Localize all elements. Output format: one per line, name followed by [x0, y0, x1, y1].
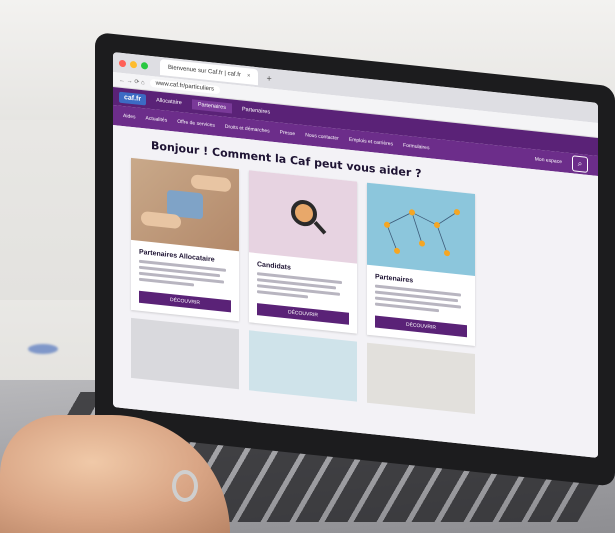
discover-button[interactable]: DÉCOUVRIR: [139, 290, 231, 313]
sub-nav-item[interactable]: Offre de services: [177, 119, 215, 129]
new-tab-button[interactable]: +: [266, 73, 271, 84]
navigation-controls[interactable]: ← → ⟳ ⌂: [119, 76, 145, 86]
card-placeholder[interactable]: [367, 342, 475, 415]
sub-nav-item[interactable]: Aides: [123, 113, 136, 120]
photo-scene: Bienvenue sur Caf.fr | caf.fr × + ← → ⟳ …: [0, 0, 615, 533]
hand-shape: [191, 174, 231, 193]
minimize-window-icon[interactable]: [130, 60, 137, 69]
discover-button[interactable]: DÉCOUVRIR: [257, 303, 349, 325]
site-logo[interactable]: caf.fr: [119, 91, 147, 105]
sub-nav-item[interactable]: Formulaires: [403, 142, 429, 151]
sub-nav-item[interactable]: Emplois et carrières: [349, 137, 393, 148]
laptop-screen: Bienvenue sur Caf.fr | caf.fr × + ← → ⟳ …: [113, 52, 598, 458]
top-nav-item[interactable]: Partenaires: [236, 104, 276, 118]
card-placeholder[interactable]: [131, 317, 239, 390]
account-link[interactable]: Mon espace: [535, 156, 562, 165]
magnifier-handle: [313, 221, 327, 235]
sub-nav-item[interactable]: Presse: [280, 130, 296, 138]
network-graph-icon: [384, 209, 460, 257]
magnifier-image: [249, 170, 357, 264]
discover-button[interactable]: DÉCOUVRIR: [375, 315, 467, 338]
tab-title: Bienvenue sur Caf.fr | caf.fr: [168, 64, 241, 79]
network-image: [367, 182, 475, 277]
page-content: Bonjour ! Comment la Caf peut vous aider…: [113, 125, 598, 458]
ring: [172, 470, 198, 502]
top-nav-item[interactable]: Allocataire: [150, 95, 188, 109]
card-text: [139, 259, 231, 291]
search-icon[interactable]: ⌕: [572, 155, 588, 173]
card-text: [257, 272, 349, 303]
close-window-icon[interactable]: [119, 59, 126, 67]
card-partenaires[interactable]: Partenaires DÉCOUVRIR: [367, 182, 475, 347]
blue-object: [28, 344, 58, 354]
top-nav-item[interactable]: Partenaires: [191, 99, 232, 114]
puzzle-hands-image: [131, 157, 239, 252]
card-candidats[interactable]: Candidats DÉCOUVRIR: [249, 170, 357, 334]
close-tab-icon[interactable]: ×: [247, 73, 251, 79]
hand-shape: [141, 210, 181, 230]
maximize-window-icon[interactable]: [141, 61, 148, 70]
nav-spacer: [439, 149, 524, 158]
card-allocataire[interactable]: Partenaires Allocataire DÉCOUVRIR: [131, 157, 239, 322]
sub-nav-item[interactable]: Actualités: [146, 115, 168, 123]
sub-nav-item[interactable]: Nous contacter: [305, 132, 339, 142]
card-text: [375, 284, 467, 316]
sub-nav-item[interactable]: Droits et démarches: [225, 124, 270, 135]
card-placeholder[interactable]: [249, 330, 357, 402]
